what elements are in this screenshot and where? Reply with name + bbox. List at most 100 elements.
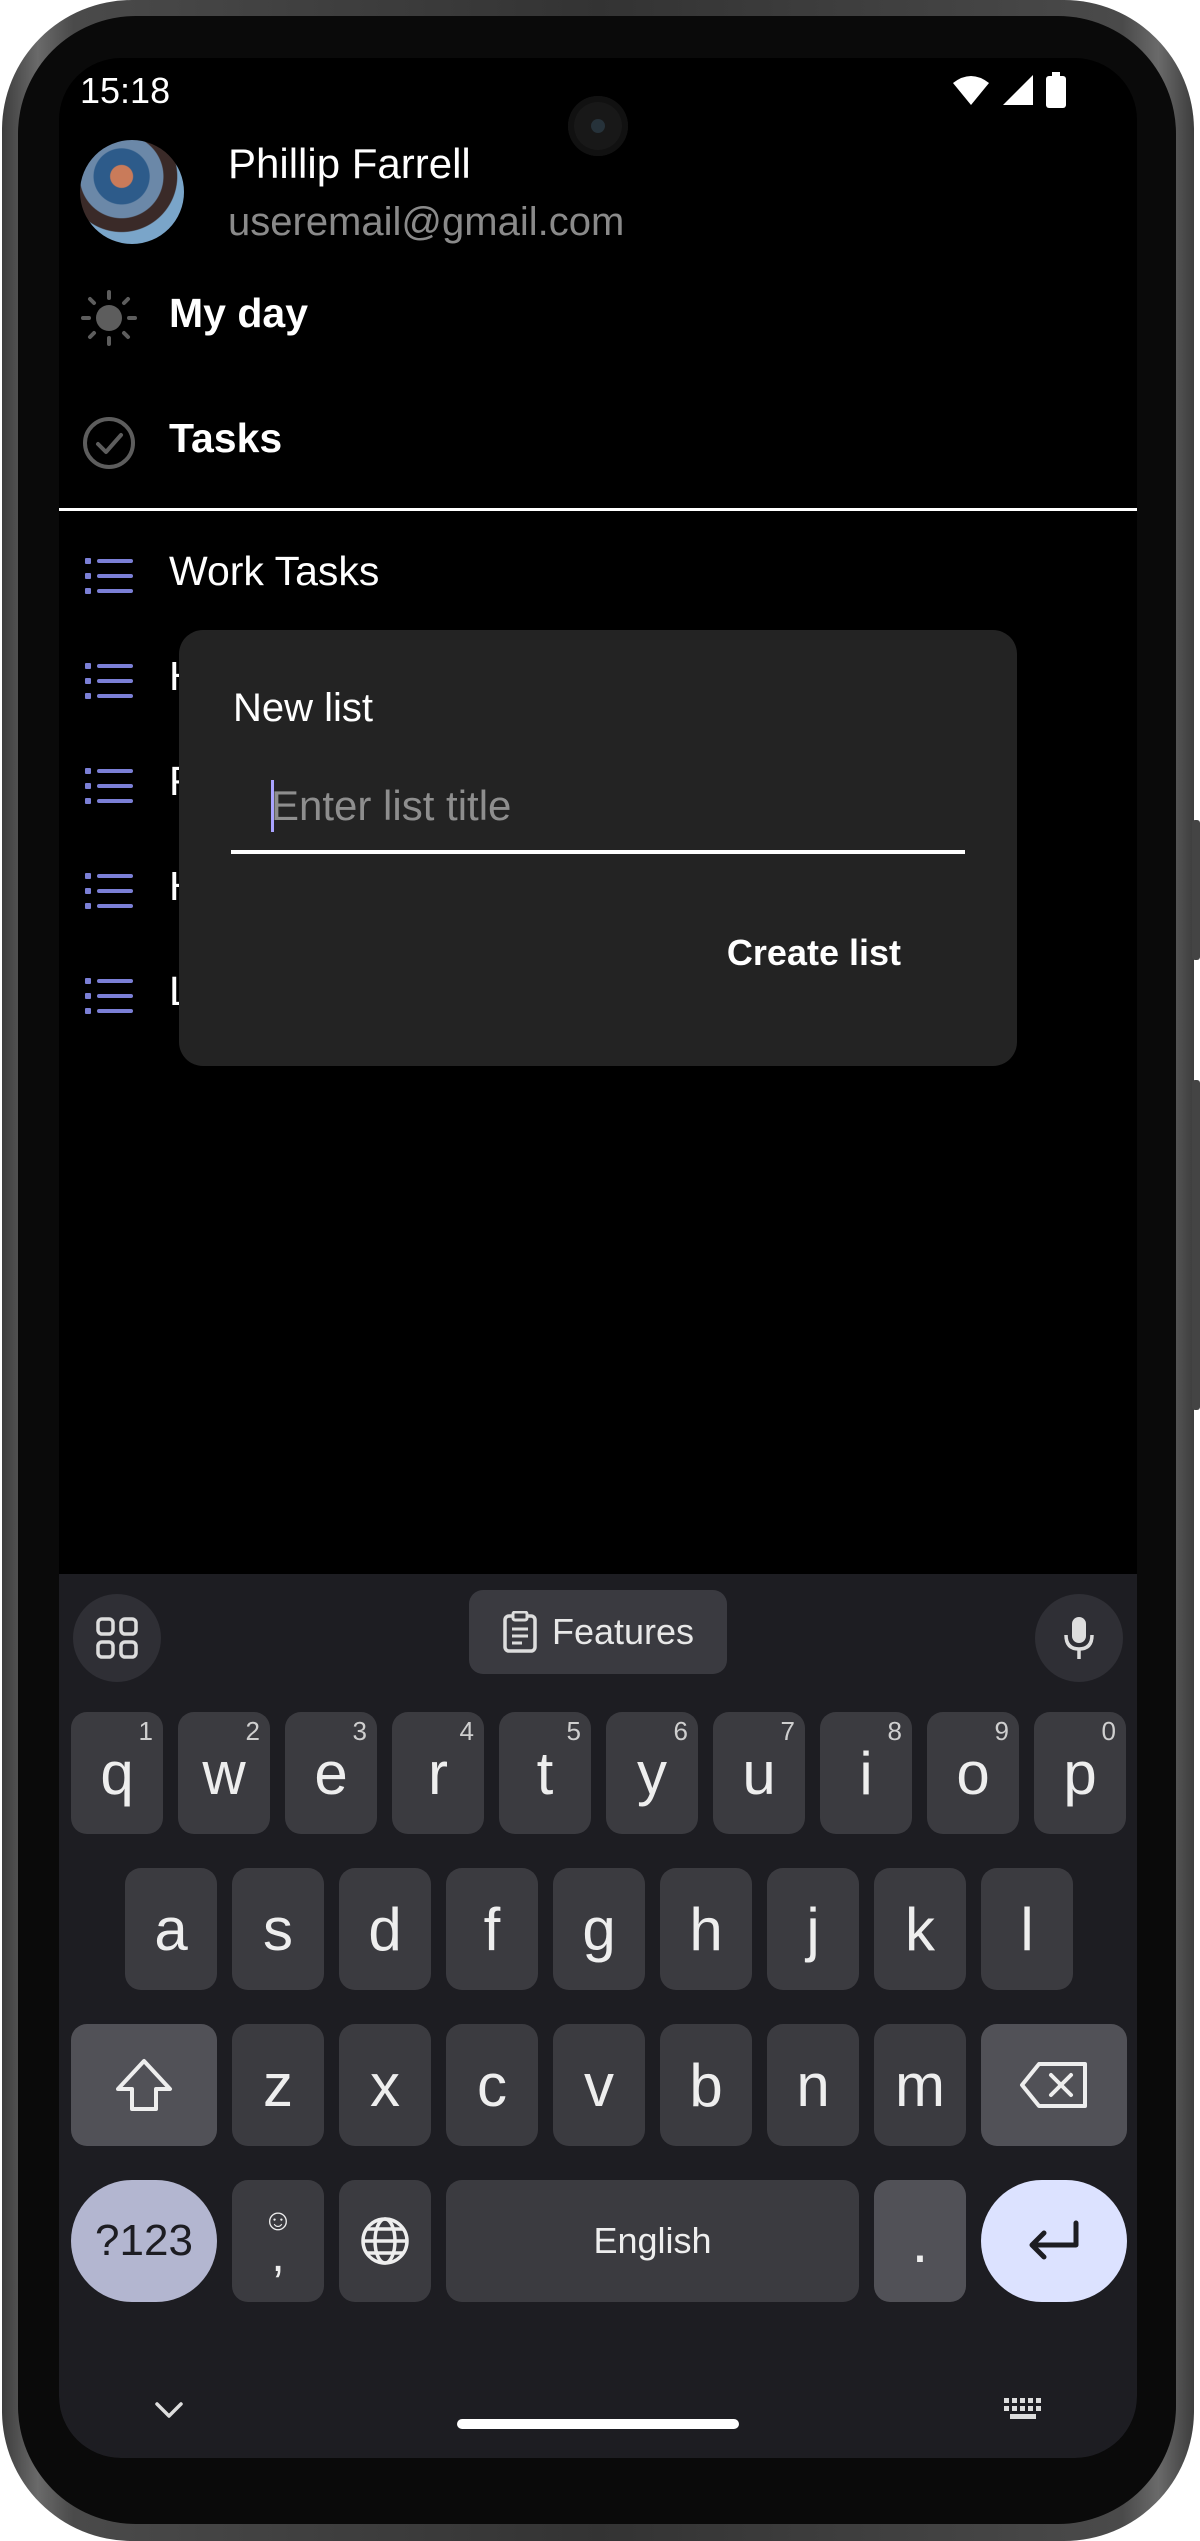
key-o[interactable]: o9 — [927, 1712, 1019, 1834]
shift-icon — [116, 2059, 172, 2111]
key-hint: 2 — [245, 1716, 260, 1746]
voice-input-button[interactable] — [1035, 1594, 1123, 1682]
shift-key[interactable] — [71, 2024, 217, 2146]
key-j[interactable]: j — [767, 1868, 859, 1990]
key-u[interactable]: u7 — [713, 1712, 805, 1834]
key-r[interactable]: r4 — [392, 1712, 484, 1834]
key-label: p — [1063, 1739, 1097, 1807]
nav-item-tasks[interactable]: Tasks — [59, 385, 1137, 495]
list-title-input[interactable] — [269, 770, 953, 842]
enter-icon — [1029, 2220, 1079, 2260]
backspace-icon — [1020, 2062, 1087, 2108]
status-time: 15:18 — [80, 70, 171, 111]
comma-label: , — [271, 2229, 285, 2282]
enter-key[interactable] — [981, 2180, 1127, 2302]
nav-label-tasks: Tasks — [169, 415, 283, 461]
phone-frame: 15:18 Phillip Farrell useremail@gmail.co… — [0, 0, 1200, 2541]
list-label: Work Tasks — [169, 548, 380, 594]
key-k[interactable]: k — [874, 1868, 966, 1990]
key-hint: 5 — [566, 1716, 581, 1746]
features-label: Features — [551, 1611, 695, 1652]
nav-divider — [59, 508, 1137, 511]
key-hint: 6 — [673, 1716, 688, 1746]
key-q[interactable]: q1 — [71, 1712, 163, 1834]
new-list-dialog: New list Create list — [179, 630, 1017, 1066]
key-g[interactable]: g — [553, 1868, 645, 1990]
key-label: i — [859, 1739, 873, 1807]
status-icons — [951, 72, 1067, 108]
key-n[interactable]: n — [767, 2024, 859, 2146]
key-hint: 1 — [138, 1716, 153, 1746]
emoji-comma-key[interactable]: ☺ , — [232, 2180, 324, 2302]
key-hint: 4 — [459, 1716, 474, 1746]
microphone-icon — [1064, 1617, 1094, 1659]
key-b[interactable]: b — [660, 2024, 752, 2146]
profile-header[interactable]: Phillip Farrell useremail@gmail.com — [80, 140, 1080, 250]
key-m[interactable]: m — [874, 2024, 966, 2146]
key-z[interactable]: z — [232, 2024, 324, 2146]
key-i[interactable]: i8 — [820, 1712, 912, 1834]
apps-grid-button[interactable] — [73, 1594, 161, 1682]
key-c[interactable]: c — [446, 2024, 538, 2146]
key-v[interactable]: v — [553, 2024, 645, 2146]
key-e[interactable]: e3 — [285, 1712, 377, 1834]
space-key[interactable]: English — [446, 2180, 859, 2302]
list-icon — [85, 873, 133, 909]
list-icon — [85, 978, 133, 1014]
grid-icon — [96, 1617, 138, 1659]
nav-label-my-day: My day — [169, 290, 308, 336]
key-label: t — [536, 1739, 554, 1807]
key-x[interactable]: x — [339, 2024, 431, 2146]
keyboard-switch-icon[interactable] — [1003, 2396, 1045, 2424]
globe-icon — [361, 2217, 409, 2265]
key-f[interactable]: f — [446, 1868, 538, 1990]
key-hint: 0 — [1101, 1716, 1116, 1746]
key-h[interactable]: h — [660, 1868, 752, 1990]
backspace-key[interactable] — [981, 2024, 1127, 2146]
hide-keyboard-icon[interactable] — [153, 2398, 185, 2422]
wifi-icon — [953, 76, 989, 105]
key-p[interactable]: p0 — [1034, 1712, 1126, 1834]
features-button[interactable]: Features — [469, 1590, 727, 1674]
keyboard: Features q1 w2 e3 r4 t5 y6 u7 i8 o9 p0 a… — [59, 1574, 1137, 2458]
key-label: q — [100, 1739, 134, 1807]
sun-icon — [81, 290, 137, 346]
key-y[interactable]: y6 — [606, 1712, 698, 1834]
key-label: e — [314, 1739, 348, 1807]
check-circle-icon — [83, 417, 135, 469]
list-icon — [85, 663, 133, 699]
text-cursor — [271, 780, 274, 832]
key-label: w — [202, 1739, 246, 1807]
profile-name: Phillip Farrell — [228, 140, 471, 187]
key-w[interactable]: w2 — [178, 1712, 270, 1834]
avatar[interactable] — [80, 140, 184, 244]
symbols-key[interactable]: ?123 — [71, 2180, 217, 2302]
clipboard-icon — [503, 1611, 537, 1653]
nav-item-my-day[interactable]: My day — [59, 260, 1137, 370]
key-label: y — [637, 1739, 667, 1807]
home-indicator[interactable] — [457, 2419, 739, 2429]
key-a[interactable]: a — [125, 1868, 217, 1990]
list-item-work-tasks[interactable]: Work Tasks — [59, 518, 1137, 628]
list-title-field[interactable] — [231, 770, 965, 854]
key-hint: 7 — [780, 1716, 795, 1746]
key-label: u — [742, 1739, 776, 1807]
key-label: o — [956, 1739, 990, 1807]
list-icon — [85, 558, 133, 594]
language-key[interactable] — [339, 2180, 431, 2302]
signal-icon — [1003, 75, 1033, 105]
key-label: r — [428, 1739, 448, 1807]
key-s[interactable]: s — [232, 1868, 324, 1990]
key-l[interactable]: l — [981, 1868, 1073, 1990]
create-list-button[interactable]: Create list — [727, 932, 901, 974]
list-icon — [85, 768, 133, 804]
screen: 15:18 Phillip Farrell useremail@gmail.co… — [59, 58, 1137, 2458]
power-button — [1192, 1080, 1200, 1410]
system-nav-bar — [59, 2378, 1137, 2458]
key-d[interactable]: d — [339, 1868, 431, 1990]
key-hint: 9 — [994, 1716, 1009, 1746]
key-hint: 3 — [352, 1716, 367, 1746]
volume-button — [1192, 820, 1200, 960]
key-t[interactable]: t5 — [499, 1712, 591, 1834]
period-key[interactable]: . — [874, 2180, 966, 2302]
